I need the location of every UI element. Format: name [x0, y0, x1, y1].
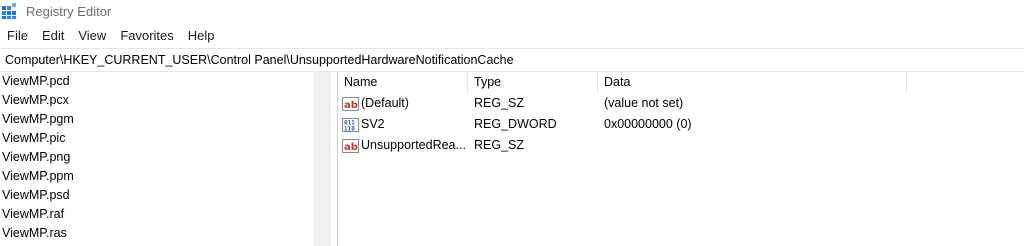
value-type: REG_DWORD: [474, 117, 557, 131]
registry-editor-window: Registry Editor File Edit View Favorites…: [0, 0, 1024, 246]
tree-item[interactable]: ViewMP.pcx: [0, 91, 314, 110]
title-bar: Registry Editor: [0, 0, 1024, 24]
string-value-icon: ab: [342, 138, 359, 153]
tree-item[interactable]: ViewMP.pgm: [0, 110, 314, 129]
tree-item[interactable]: ViewMP.ras: [0, 224, 314, 243]
binary-value-icon: 011 110: [342, 117, 359, 132]
menu-bar: File Edit View Favorites Help: [0, 26, 1024, 46]
menu-help[interactable]: Help: [181, 26, 222, 46]
value-name: (Default): [361, 96, 409, 110]
value-type: REG_SZ: [474, 96, 525, 110]
values-list: ab (Default) REG_SZ (value not set) 011 …: [338, 93, 1024, 156]
values-list-pane[interactable]: Name Type Data ab (Default) REG_SZ (valu…: [338, 72, 1024, 246]
value-type: REG_SZ: [474, 138, 525, 152]
value-name-cell: 011 110 SV2: [338, 114, 468, 135]
value-data: (value not set): [604, 96, 684, 110]
tree-item[interactable]: ViewMP.ppm: [0, 167, 314, 186]
column-header-data[interactable]: Data: [598, 72, 907, 93]
value-row[interactable]: 011 110 SV2 REG_DWORD 0x00000000 (0): [338, 114, 1024, 135]
value-row[interactable]: ab (Default) REG_SZ (value not set): [338, 93, 1024, 114]
tree-item[interactable]: ViewMP.png: [0, 148, 314, 167]
svg-text:ab: ab: [344, 100, 358, 111]
tree-item[interactable]: ViewMP.raf: [0, 205, 314, 224]
menu-favorites[interactable]: Favorites: [113, 26, 180, 46]
value-row[interactable]: ab UnsupportedRea... REG_SZ: [338, 135, 1024, 156]
string-value-icon: ab: [342, 96, 359, 111]
svg-text:ab: ab: [344, 142, 358, 153]
address-path[interactable]: Computer\HKEY_CURRENT_USER\Control Panel…: [5, 52, 514, 68]
svg-text:110: 110: [344, 125, 355, 132]
menu-file[interactable]: File: [0, 26, 35, 46]
column-header-type[interactable]: Type: [468, 72, 598, 93]
value-data: [598, 135, 907, 156]
tree-item[interactable]: ViewMP.pic: [0, 129, 314, 148]
registry-editor-app-icon: [2, 3, 16, 19]
menu-view[interactable]: View: [71, 26, 113, 46]
key-tree-pane[interactable]: ViewMP.pcd ViewMP.pcx ViewMP.pgm ViewMP.…: [0, 72, 314, 246]
value-name: UnsupportedRea...: [361, 138, 466, 152]
window-title: Registry Editor: [26, 4, 112, 19]
tree-vertical-scrollbar[interactable]: [314, 72, 331, 246]
column-header-name[interactable]: Name: [338, 72, 468, 93]
menu-edit[interactable]: Edit: [35, 26, 71, 46]
address-bar[interactable]: Computer\HKEY_CURRENT_USER\Control Panel…: [0, 48, 1024, 72]
value-name: SV2: [361, 117, 385, 131]
column-header-empty: [907, 72, 1024, 93]
tree-item[interactable]: ViewMP.pcd: [0, 72, 314, 91]
value-name-cell: ab UnsupportedRea...: [338, 135, 468, 156]
value-name-cell: ab (Default): [338, 93, 468, 114]
values-list-header: Name Type Data: [338, 72, 1024, 93]
tree-item[interactable]: ViewMP.psd: [0, 186, 314, 205]
value-data: 0x00000000 (0): [604, 117, 692, 131]
